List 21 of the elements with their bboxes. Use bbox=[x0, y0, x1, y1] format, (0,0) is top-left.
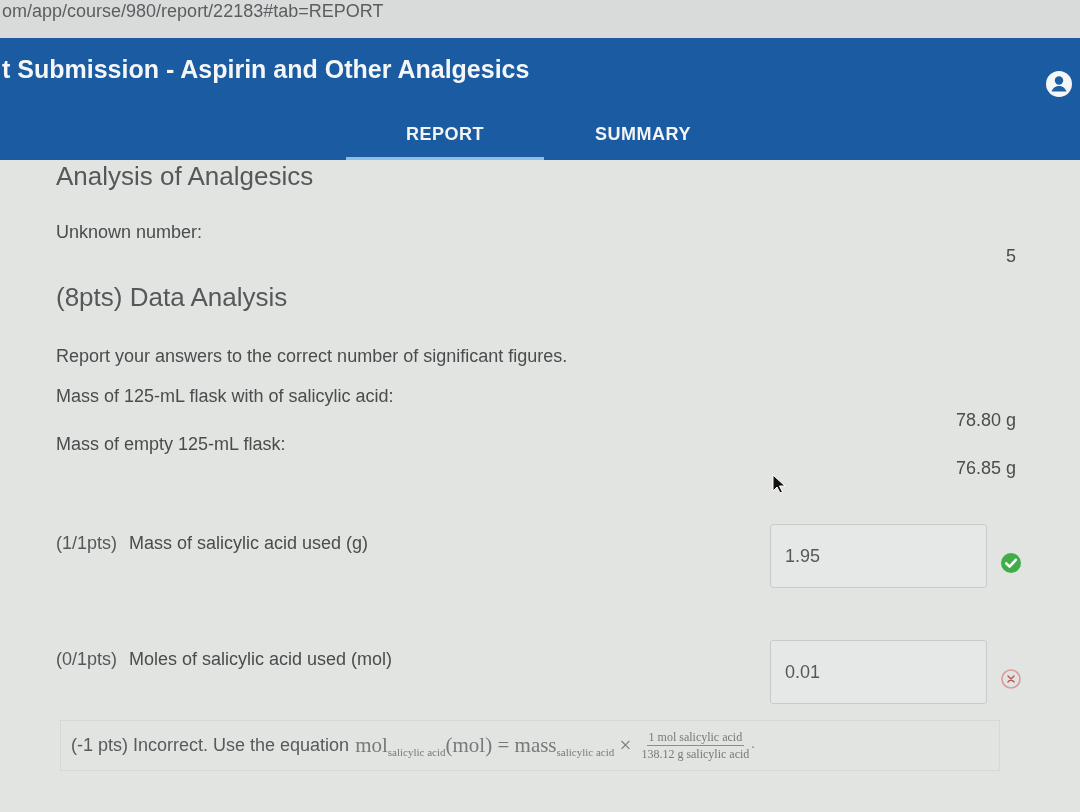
answer-field[interactable]: 0.01 bbox=[770, 640, 987, 704]
tab[interactable]: REPORT bbox=[346, 112, 544, 160]
report-title: Analysis of Analgesics bbox=[56, 160, 315, 192]
page-title: t Submission - Aspirin and Other Analgesics bbox=[2, 54, 530, 84]
mouse-pointer-icon bbox=[772, 474, 786, 494]
instructions-text: Report your answers to the correct number of significant figures. bbox=[56, 345, 569, 367]
points-label: (0/1pts) bbox=[56, 648, 118, 670]
data-value: 78.80 g bbox=[955, 409, 1016, 431]
field-value: 5 bbox=[1006, 245, 1016, 267]
question-label: Mass of salicylic acid used (g) bbox=[129, 532, 369, 554]
user-icon[interactable] bbox=[1046, 71, 1072, 97]
field-label: Unknown number: bbox=[56, 221, 204, 243]
section-title: (8pts) Data Analysis bbox=[56, 281, 289, 313]
data-label: Mass of empty 125-mL flask: bbox=[56, 433, 287, 455]
answer-field[interactable]: 1.95 bbox=[770, 524, 987, 588]
url-text[interactable]: om/app/course/980/report/22183#tab=REPORT bbox=[2, 0, 384, 22]
data-label: Mass of 125-mL flask with of salicylic acid: bbox=[56, 385, 395, 407]
question-label: Moles of salicylic acid used (mol) bbox=[129, 648, 393, 670]
data-value: 76.85 g bbox=[955, 457, 1016, 479]
points-label: (1/1pts) bbox=[56, 532, 118, 554]
tab[interactable]: SUMMARY bbox=[544, 112, 742, 160]
